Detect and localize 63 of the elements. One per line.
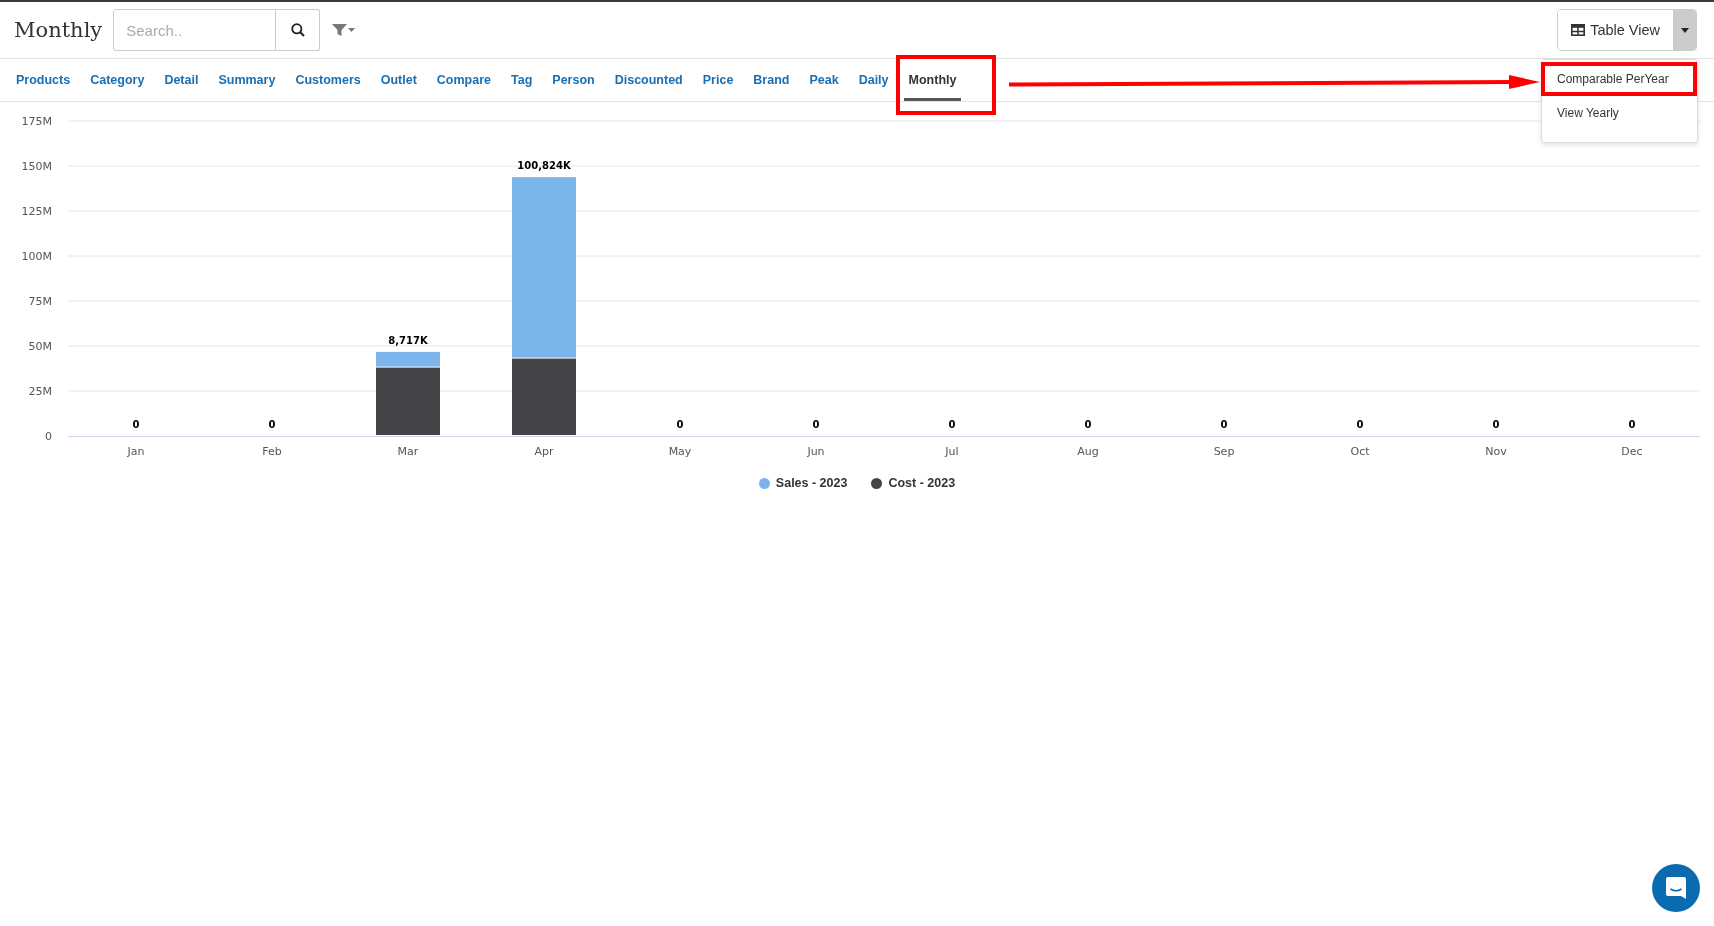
axis-label: Sep bbox=[1213, 445, 1235, 458]
tab[interactable]: Customers bbox=[290, 59, 366, 101]
axis-label: 0 bbox=[45, 430, 52, 443]
value-label: 0 bbox=[1628, 419, 1636, 430]
tab[interactable]: Category bbox=[85, 59, 150, 101]
sales-bar bbox=[376, 351, 440, 367]
cost-bar bbox=[376, 367, 440, 435]
tab[interactable]: Person bbox=[547, 59, 600, 101]
axis-label: Nov bbox=[1485, 445, 1507, 458]
tab[interactable]: Peak bbox=[804, 59, 844, 101]
value-label: 0 bbox=[1492, 419, 1500, 430]
axis-label: Aug bbox=[1077, 445, 1099, 458]
menu-item[interactable]: Comparable PerYear bbox=[1542, 62, 1697, 96]
dropdown-toggle[interactable] bbox=[1673, 10, 1696, 50]
search-button[interactable] bbox=[276, 9, 321, 51]
search-field[interactable]: Search.. bbox=[113, 9, 277, 51]
table-icon bbox=[1571, 24, 1586, 36]
axis-label: 150M bbox=[21, 160, 52, 173]
tab[interactable]: Detail bbox=[159, 59, 204, 101]
caret-icon bbox=[1680, 27, 1689, 33]
tab[interactable]: Outlet bbox=[375, 59, 422, 101]
search-icon bbox=[290, 23, 305, 37]
axis-label: 175M bbox=[21, 115, 52, 128]
axis-label: Feb bbox=[262, 445, 282, 458]
value-label: 0 bbox=[1220, 419, 1228, 430]
value-label: 0 bbox=[1084, 419, 1092, 430]
tab[interactable]: Products bbox=[11, 59, 76, 101]
legend-label[interactable]: Cost - 2023 bbox=[888, 476, 956, 490]
chat-button[interactable] bbox=[1652, 864, 1700, 912]
axis-label: Oct bbox=[1350, 445, 1370, 458]
menu-item[interactable]: View Yearly bbox=[1542, 96, 1697, 130]
tab[interactable]: Monthly bbox=[903, 59, 962, 101]
axis-label: Jul bbox=[945, 445, 959, 458]
tab[interactable]: Brand bbox=[748, 59, 795, 101]
tab[interactable]: Price bbox=[697, 59, 739, 101]
value-label: 0 bbox=[1356, 419, 1364, 430]
value-label: 0 bbox=[268, 419, 276, 430]
value-label: 0 bbox=[812, 419, 820, 430]
tab[interactable]: Summary bbox=[213, 59, 281, 101]
tab[interactable]: Tag bbox=[506, 59, 538, 101]
axis-label: 50M bbox=[28, 340, 52, 353]
value-label: 0 bbox=[132, 419, 140, 430]
axis-label: Apr bbox=[534, 445, 554, 458]
value-label: 8,717K bbox=[388, 334, 428, 346]
axis-label: 100M bbox=[21, 250, 52, 263]
axis-label: May bbox=[668, 445, 692, 458]
axis-label: Jan bbox=[127, 445, 145, 458]
axis-label: 125M bbox=[21, 205, 52, 218]
filter-icon[interactable] bbox=[332, 23, 357, 37]
legend-label[interactable]: Sales - 2023 bbox=[775, 476, 848, 490]
value-label: 100,824K bbox=[517, 160, 571, 172]
tab[interactable]: Compare bbox=[431, 59, 496, 101]
axis-label: 75M bbox=[28, 295, 52, 308]
tab[interactable]: Daily bbox=[853, 59, 894, 101]
axis-label: Jun bbox=[807, 445, 825, 458]
axis-label: 25M bbox=[28, 385, 52, 398]
axis-label: Mar bbox=[397, 445, 419, 458]
tab[interactable]: Discounted bbox=[609, 59, 688, 101]
value-label: 0 bbox=[676, 419, 684, 430]
axis-label: Dec bbox=[1621, 445, 1643, 458]
chat-bubble-icon bbox=[1666, 877, 1686, 899]
value-label: 0 bbox=[948, 419, 956, 430]
page-title: Monthly bbox=[14, 18, 103, 42]
